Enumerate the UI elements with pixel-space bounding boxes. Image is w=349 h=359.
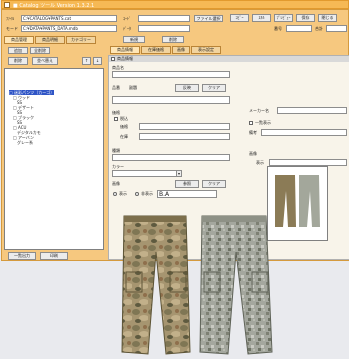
delete-all-button[interactable]: 全削除 xyxy=(30,47,50,54)
sort-button[interactable]: 並べ替え xyxy=(32,57,58,65)
delete-button[interactable]: 削除 xyxy=(8,57,28,65)
code-input-field[interactable] xyxy=(112,96,230,104)
form-header: 商品情報 xyxy=(109,56,349,62)
tab-stock-price[interactable]: 在庫価格 xyxy=(141,46,171,54)
stock-label: 在庫 xyxy=(120,134,128,139)
file-label: ﾌｧｲﾙ xyxy=(6,16,14,21)
price-input[interactable] xyxy=(139,123,230,130)
tree-item[interactable]: グレー系 xyxy=(9,140,33,145)
new-button[interactable]: 新規 xyxy=(123,36,145,43)
browse-image-button[interactable]: 参照 xyxy=(175,180,199,188)
mode-label: モード xyxy=(6,26,18,31)
count-label: 合計 xyxy=(315,26,323,31)
export-list-button[interactable]: 一覧出力 xyxy=(8,252,36,260)
price-label: 価格 xyxy=(120,124,128,129)
id-label: 番号 xyxy=(274,26,282,31)
image-name-input[interactable]: B.A xyxy=(157,190,217,198)
code-input[interactable] xyxy=(138,15,190,22)
type-input[interactable] xyxy=(112,154,230,161)
window-title: ■ Catalog ツール Version 1.3.2.1 xyxy=(13,3,95,9)
pants-icon xyxy=(121,215,273,355)
name-label: 商品名 xyxy=(112,65,124,70)
list-display-label: 一覧表示 xyxy=(255,120,271,125)
radio-show-label: 表示 xyxy=(119,191,127,196)
section-product-detail[interactable]: 商品明細 xyxy=(35,36,65,44)
id-input[interactable] xyxy=(286,25,312,32)
count-input[interactable] xyxy=(326,25,347,32)
apply-button[interactable]: 反映 xyxy=(175,84,199,92)
image-preview-frame xyxy=(267,166,328,241)
save-button[interactable]: 保存 xyxy=(296,14,315,22)
print-button[interactable]: 印刷 xyxy=(40,252,68,260)
color-select[interactable] xyxy=(112,170,182,177)
code-field-label: 品番 xyxy=(112,85,120,90)
product-name-input[interactable] xyxy=(112,71,230,78)
maker-input[interactable] xyxy=(277,107,347,114)
choose-file-button[interactable]: ファイル選択 xyxy=(194,15,223,22)
tab-display-settings[interactable]: 表示設定 xyxy=(191,46,221,54)
code-label: ｺｰﾄﾞ xyxy=(123,16,131,21)
chevron-down-icon[interactable]: ▾ xyxy=(176,170,182,177)
add-button[interactable]: 追加 xyxy=(8,47,28,54)
color-label: カラー xyxy=(112,164,124,169)
app-icon xyxy=(4,2,10,8)
tab-product-info[interactable]: 商品情報 xyxy=(110,46,140,54)
radio-show[interactable] xyxy=(113,192,117,196)
radio-hide[interactable] xyxy=(135,192,139,196)
tab-image[interactable]: 画像 xyxy=(172,46,190,54)
preview-label: 画像 xyxy=(249,151,257,156)
data-path-input[interactable]: C:¥DATA¥PANTS_DATA.mdb xyxy=(21,25,117,32)
data-label: ﾃﾞｰﾀ xyxy=(123,26,131,31)
preview-caption: 表示 xyxy=(256,160,264,165)
title-bar: ■ Catalog ツール Version 1.3.2.1 xyxy=(1,0,349,9)
move-down-button[interactable]: ↓ xyxy=(93,57,102,65)
section-product-mgmt[interactable]: 商品管理 xyxy=(4,36,34,44)
tax-included-label: 税込 xyxy=(120,116,128,121)
preview-button[interactable]: ﾌﾟﾚﾋﾞｭｰ xyxy=(274,14,293,22)
copy-button[interactable]: ｺﾋﾟｰ xyxy=(230,14,249,22)
price-group-label: 価格 xyxy=(112,110,120,115)
type-label: 種類 xyxy=(112,148,120,153)
form-header-label: 商品情報 xyxy=(117,56,133,61)
header-checkbox[interactable] xyxy=(111,57,115,61)
subtitle-label: 副題 xyxy=(129,85,137,90)
close-button[interactable]: 閉じる xyxy=(318,14,337,22)
move-up-button[interactable]: ↑ xyxy=(82,57,91,65)
mode-input[interactable] xyxy=(138,25,190,32)
category-tree[interactable]: □ 迷彩パンツ（カーゴ） □ ウッド SS □ デザート SS □ ブラック S… xyxy=(4,68,104,250)
clear-image-button[interactable]: クリア xyxy=(202,180,226,188)
section-category[interactable]: カテゴリー xyxy=(66,36,96,44)
tax-included-checkbox[interactable] xyxy=(114,117,118,121)
image-label: 画像 xyxy=(112,181,120,186)
radio-hide-label: 非表示 xyxy=(141,191,153,196)
clear-button[interactable]: クリア xyxy=(202,84,226,92)
list-display-checkbox[interactable] xyxy=(249,121,253,125)
file-path-input[interactable]: C:¥CATALOG¥PANTS.cat xyxy=(21,15,117,22)
note-label: 備考 xyxy=(249,130,257,135)
maker-label: メーカー名 xyxy=(249,108,269,113)
skill-button[interactable]: ｽｷﾙ xyxy=(252,14,271,22)
size-input[interactable] xyxy=(269,159,347,166)
note-input[interactable] xyxy=(261,129,347,136)
stock-input[interactable] xyxy=(139,133,230,140)
delete-record-button[interactable]: 削除 xyxy=(162,36,184,43)
pants-icon xyxy=(268,167,327,240)
product-photo xyxy=(116,212,276,358)
